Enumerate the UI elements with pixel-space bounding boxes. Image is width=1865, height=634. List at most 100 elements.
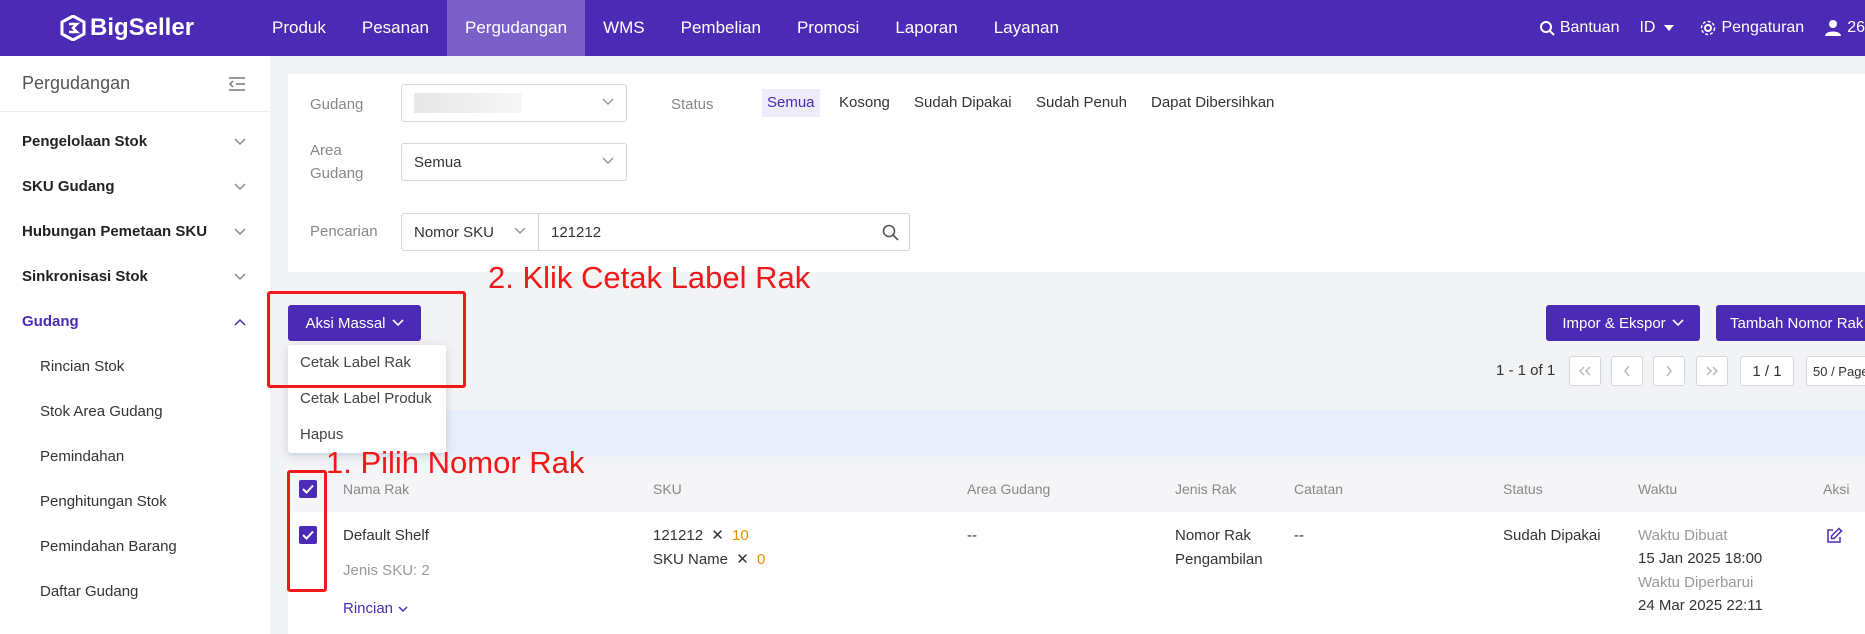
col-header-sku: SKU [653, 481, 682, 497]
add-shelf-label: Tambah Nomor Rak [1730, 314, 1864, 332]
nav-pergudangan[interactable]: Pergudangan [447, 0, 586, 56]
status-tag-sudah-dipakai[interactable]: Sudah Dipakai [909, 89, 1017, 117]
nav-wms[interactable]: WMS [585, 0, 663, 56]
col-header-waktu: Waktu [1638, 481, 1678, 497]
col-header-status: Status [1503, 481, 1543, 497]
chevron-down-icon [234, 227, 246, 235]
nav-promosi[interactable]: Promosi [779, 0, 877, 56]
language-label: ID [1639, 19, 1656, 36]
sku-line-2: SKU Name ✕ 0 [653, 548, 765, 572]
nav-laporan[interactable]: Laporan [877, 0, 975, 56]
gudang-label: Gudang [310, 96, 364, 113]
shelf-type-line2: Pengambilan [1175, 551, 1263, 568]
sidebar-group-pengelolaan-stok[interactable]: Pengelolaan Stok [0, 119, 270, 164]
gudang-select[interactable] [401, 84, 627, 122]
sidebar-group-label: Pengelolaan Stok [22, 133, 148, 150]
status-cell: Sudah Dipakai [1503, 527, 1601, 544]
search-icon [1539, 21, 1555, 36]
nav-layanan[interactable]: Layanan [976, 0, 1077, 56]
collapse-menu-icon[interactable] [228, 76, 246, 92]
sidebar-item-pemindahan[interactable]: Pemindahan [0, 434, 270, 479]
next-page-button[interactable] [1653, 356, 1685, 386]
search-label: Pencarian [310, 223, 378, 240]
sidebar: Pergudangan Pengelolaan Stok SKU Gudang … [0, 56, 270, 634]
sidebar-group-hubungan-pemetaan-sku[interactable]: Hubungan Pemetaan SKU [0, 209, 270, 254]
help-label: Bantuan [1559, 19, 1620, 36]
last-page-button[interactable] [1696, 356, 1728, 386]
col-header-nama-rak: Nama Rak [343, 481, 410, 497]
chevron-up-icon [234, 318, 246, 326]
chevron-down-icon [514, 227, 526, 235]
gear-icon [1701, 20, 1716, 36]
main-nav: Produk Pesanan Pergudangan WMS Pembelian… [254, 0, 1077, 56]
times-sign: ✕ [711, 527, 724, 544]
status-label: Status [671, 96, 714, 113]
sidebar-item-rincian-stok[interactable]: Rincian Stok [0, 344, 270, 389]
nav-produk[interactable]: Produk [254, 0, 344, 56]
chevron-down-icon [398, 605, 408, 612]
settings-link[interactable]: Pengaturan [1700, 19, 1804, 37]
help-link[interactable]: Bantuan [1539, 19, 1620, 37]
chevron-down-icon [602, 157, 614, 165]
header-tools: Bantuan ID Pengaturan 26 [1539, 0, 1865, 56]
chevron-down-icon [234, 272, 246, 280]
add-shelf-button[interactable]: Tambah Nomor Rak [1716, 305, 1865, 341]
area-gudang-cell: -- [967, 527, 977, 544]
first-page-button[interactable] [1569, 356, 1601, 386]
annotation-box-checkbox [287, 470, 327, 592]
import-export-label: Impor & Ekspor [1562, 314, 1666, 332]
page-indicator[interactable]: 1 / 1 [1740, 356, 1794, 386]
gudang-value-redacted [414, 93, 522, 113]
area-gudang-select[interactable]: Semua [401, 143, 627, 181]
sku-name: SKU Name [653, 551, 729, 568]
bigseller-logo[interactable]: BigSeller [60, 14, 194, 42]
page-size-select[interactable]: 50 / Page [1806, 356, 1865, 386]
annotation-step-1: 1. Pilih Nomor Rak [326, 445, 585, 480]
sku-type-count: Jenis SKU: 2 [343, 562, 430, 579]
sidebar-item-pemindahan-barang[interactable]: Pemindahan Barang [0, 524, 270, 569]
created-time: 15 Jan 2025 18:00 [1638, 550, 1763, 567]
edit-icon[interactable] [1825, 527, 1843, 545]
updated-time: 24 Mar 2025 22:11 [1638, 597, 1763, 614]
settings-label: Pengaturan [1721, 19, 1805, 36]
shelf-type-line1: Nomor Rak [1175, 527, 1251, 544]
sidebar-group-label: Gudang [22, 313, 79, 330]
status-tag-dapat-dibersihkan[interactable]: Dapat Dibersihkan [1146, 89, 1279, 117]
shelf-name: Default Shelf [343, 527, 429, 544]
sku-code: 121212 [653, 527, 704, 544]
times-sign: ✕ [736, 551, 749, 568]
nav-pembelian[interactable]: Pembelian [663, 0, 779, 56]
sidebar-item-daftar-gudang[interactable]: Daftar Gudang [0, 569, 270, 614]
prev-page-button[interactable] [1611, 356, 1643, 386]
col-header-jenis-rak: Jenis Rak [1175, 481, 1237, 497]
sidebar-group-gudang[interactable]: Gudang [0, 299, 270, 344]
status-tag-sudah-penuh[interactable]: Sudah Penuh [1031, 89, 1132, 117]
status-tag-kosong[interactable]: Kosong [834, 89, 895, 117]
sidebar-group-sinkronisasi-stok[interactable]: Sinkronisasi Stok [0, 254, 270, 299]
language-selector[interactable]: ID [1639, 19, 1680, 37]
status-tag-semua[interactable]: Semua [762, 89, 820, 117]
detail-link-label: Rincian [343, 600, 394, 617]
search-type-select[interactable]: Nomor SKU [401, 213, 539, 251]
double-chevron-left-icon [1578, 366, 1591, 376]
sidebar-group-sku-gudang[interactable]: SKU Gudang [0, 164, 270, 209]
top-nav-bar: BigSeller Produk Pesanan Pergudangan WMS… [0, 0, 1865, 56]
updated-label: Waktu Diperbarui [1638, 574, 1754, 591]
search-input[interactable]: 121212 [538, 213, 910, 251]
sidebar-header: Pergudangan [0, 56, 270, 112]
sidebar-item-stok-area-gudang[interactable]: Stok Area Gudang [0, 389, 270, 434]
user-label: 26 [1847, 19, 1865, 36]
sidebar-item-penghitungan-stok[interactable]: Penghitungan Stok [0, 479, 270, 524]
page-indicator-text: 1 / 1 [1752, 362, 1782, 380]
sidebar-title: Pergudangan [22, 73, 131, 93]
bigseller-logo-icon [60, 15, 86, 41]
detail-link[interactable]: Rincian [343, 597, 408, 621]
nav-pesanan[interactable]: Pesanan [344, 0, 447, 56]
search-input-value: 121212 [551, 223, 602, 241]
sku-qty: 0 [756, 551, 766, 568]
search-icon[interactable] [882, 224, 899, 241]
area-label-line1: Area [310, 142, 342, 159]
import-export-button[interactable]: Impor & Ekspor [1546, 305, 1700, 341]
chevron-right-icon [1666, 365, 1672, 377]
user-menu[interactable]: 26 [1824, 19, 1865, 37]
